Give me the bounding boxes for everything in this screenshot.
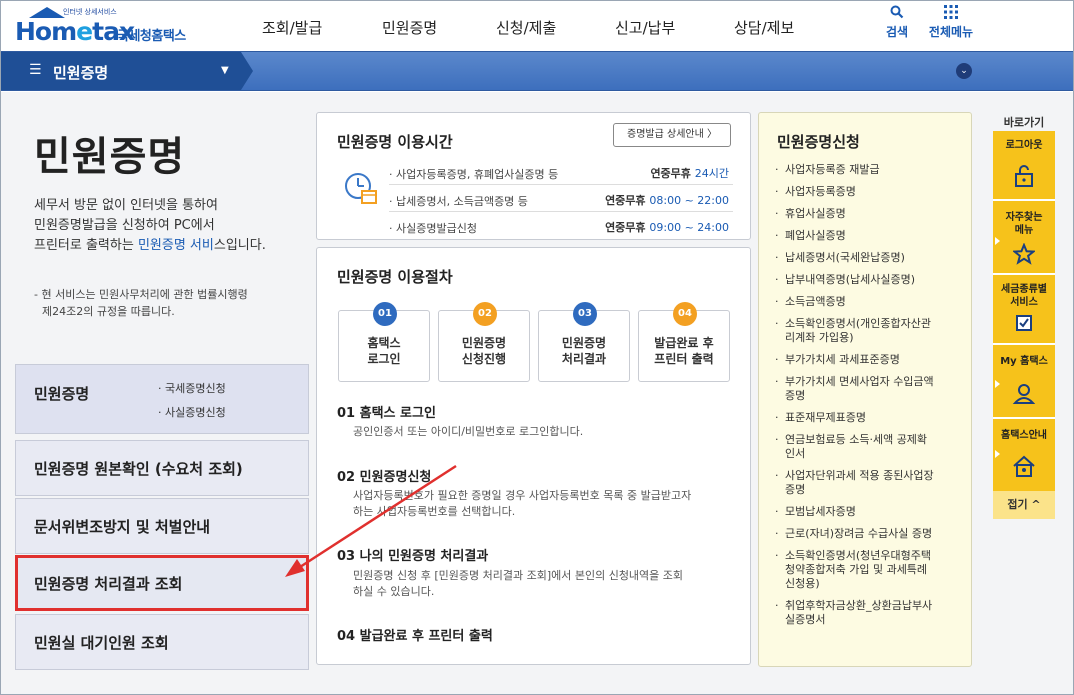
window-frame — [0, 0, 1074, 695]
